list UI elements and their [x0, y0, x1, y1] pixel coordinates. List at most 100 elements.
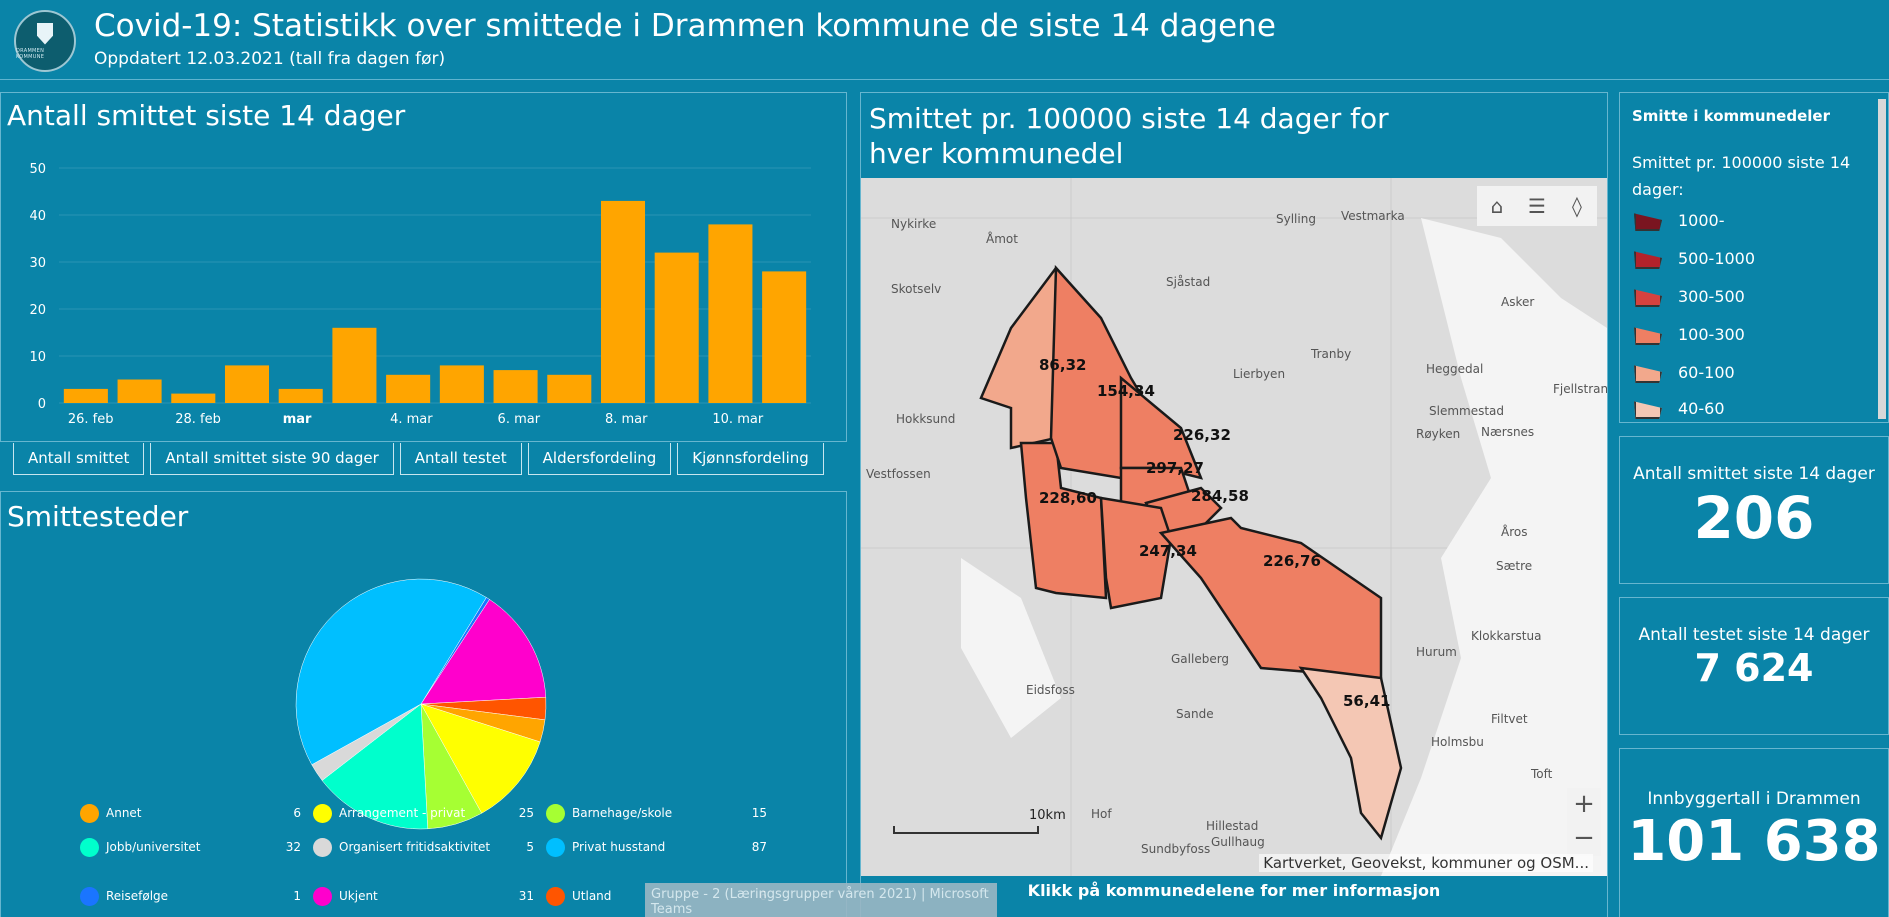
bar[interactable] — [224, 365, 270, 403]
x-tick-label: 10. mar — [712, 412, 763, 427]
dashboard-header: DRAMMEN KOMMUNE Covid-19: Statistikk ove… — [0, 0, 1889, 80]
place-label: Filtvet — [1491, 712, 1528, 726]
legend-item[interactable]: Ukjent 31 — [313, 887, 534, 906]
bar[interactable] — [171, 393, 216, 403]
place-label: Åmot — [986, 231, 1018, 246]
zoom-out-icon[interactable]: − — [1567, 822, 1601, 856]
logo-text: DRAMMEN KOMMUNE — [16, 47, 45, 60]
map-title: Smittet pr. 100000 siste 14 dager for hv… — [869, 102, 1389, 170]
bar[interactable] — [654, 252, 699, 403]
legend-swatch — [1634, 289, 1662, 307]
x-tick-label: 28. feb — [175, 412, 221, 427]
tab-antall-smittet-90[interactable]: Antall smittet siste 90 dager — [150, 443, 394, 475]
place-label: Hillestad — [1206, 819, 1258, 833]
zoom-in-icon[interactable]: + — [1567, 788, 1601, 822]
legend-swatch — [1634, 327, 1662, 345]
legend-item[interactable]: Privat husstand 87 — [546, 838, 767, 857]
place-label: Holmsbu — [1431, 735, 1484, 749]
stat-card-infected: Antall smittet siste 14 dager 206 — [1619, 436, 1889, 584]
place-label: Røyken — [1416, 427, 1460, 441]
tab-aldersfordeling[interactable]: Aldersfordeling — [527, 443, 672, 475]
legend-dot — [313, 887, 332, 906]
place-label: Sylling — [1276, 212, 1316, 226]
place-label: Hokksund — [896, 412, 955, 426]
teams-notification[interactable]: Gruppe - 2 (Læringsgrupper våren 2021) |… — [645, 883, 997, 917]
tab-antall-testet[interactable]: Antall testet — [399, 443, 522, 475]
y-tick-label: 40 — [29, 209, 46, 224]
legend-swatch — [1634, 365, 1662, 383]
legend-swatch — [1634, 401, 1662, 419]
bar-chart: 0 10 20 30 40 50 26. feb 28. feb mar 4. mar 6. mar… — [29, 162, 811, 427]
legend-dot — [546, 838, 565, 857]
place-label: Fjellstrand — [1553, 382, 1607, 396]
legend-item[interactable]: Organisert fritidsaktivitet 5 — [313, 838, 534, 857]
legend-item[interactable]: Barnehage/skole 15 — [546, 804, 767, 823]
place-label: Galleberg — [1171, 652, 1229, 666]
y-tick-label: 20 — [29, 303, 46, 318]
place-label: Sjåstad — [1166, 275, 1210, 289]
legend-item[interactable]: Jobb/universitet 32 — [80, 838, 301, 857]
map-label: 154,34 — [1097, 382, 1155, 400]
place-label: Asker — [1501, 295, 1534, 309]
map-svg: 86,32 154,34 226,32 297,27 284,58 228,60… — [861, 178, 1607, 876]
place-label: Åros — [1501, 524, 1527, 539]
place-label: Slemmestad — [1429, 404, 1504, 418]
legend-item[interactable]: Annet 6 — [80, 804, 301, 823]
legend-dot — [80, 838, 99, 857]
legend-subtitle: Smittet pr. 100000 siste 14 dager: — [1632, 153, 1851, 199]
drammen-logo: DRAMMEN KOMMUNE — [14, 10, 76, 72]
stat-value: 101 638 — [1627, 809, 1881, 874]
bar[interactable] — [600, 200, 646, 403]
bar[interactable] — [493, 370, 538, 403]
y-tick-label: 30 — [29, 256, 46, 271]
bar[interactable] — [63, 388, 108, 403]
x-tick-label: 4. mar — [390, 412, 433, 427]
place-label: Sætre — [1496, 559, 1532, 573]
x-tick-label: 8. mar — [605, 412, 648, 427]
scale-label: 10km — [1029, 808, 1066, 823]
home-icon[interactable]: ⌂ — [1477, 186, 1517, 226]
bar[interactable] — [439, 365, 484, 403]
legend-title: Smitte i kommunedeler — [1632, 107, 1830, 125]
place-label: Klokkarstua — [1471, 629, 1541, 643]
place-label: Hurum — [1416, 645, 1457, 659]
map-label: 228,60 — [1039, 489, 1097, 507]
bar[interactable] — [386, 374, 431, 403]
water-area — [1381, 218, 1607, 876]
bar[interactable] — [547, 374, 592, 403]
zoom-control: + − — [1567, 788, 1601, 856]
place-label: Nærsnes — [1481, 425, 1534, 439]
bar[interactable] — [762, 271, 807, 403]
stat-label: Antall testet siste 14 dager — [1638, 625, 1870, 645]
y-tick-label: 50 — [29, 162, 46, 177]
pie-chart-title: Smittesteder — [7, 500, 189, 533]
tab-kjonnsfordeling[interactable]: Kjønnsfordeling — [677, 443, 824, 475]
bar[interactable] — [117, 379, 162, 404]
map-label: 247,34 — [1139, 542, 1197, 560]
legend-list-icon[interactable]: ☰ — [1517, 186, 1557, 226]
coat-of-arms-icon — [37, 22, 53, 45]
legend-dot — [80, 804, 99, 823]
chart-tabs: Antall smittet Antall smittet siste 90 d… — [13, 443, 830, 475]
legend-item[interactable]: Reisefølge 1 — [80, 887, 301, 906]
legend-swatch — [1634, 251, 1662, 269]
map-label: 226,76 — [1263, 552, 1321, 570]
stat-value: 7 624 — [1694, 646, 1814, 690]
map-label: 297,27 — [1146, 459, 1204, 477]
map-attribution[interactable]: Kartverket, Geovekst, kommuner og OSM... — [1259, 854, 1593, 872]
bar[interactable] — [332, 327, 377, 403]
layers-icon[interactable]: ◊ — [1557, 186, 1597, 226]
tab-antall-smittet[interactable]: Antall smittet — [13, 443, 145, 475]
bar[interactable] — [708, 224, 753, 403]
map-canvas[interactable]: 86,32 154,34 226,32 297,27 284,58 228,60… — [861, 178, 1607, 876]
scale-bar — [893, 826, 1039, 834]
legend-item[interactable]: Arrangement - privat 25 — [313, 804, 534, 823]
map-panel: Smittet pr. 100000 siste 14 dager for hv… — [860, 92, 1608, 917]
bar[interactable] — [278, 388, 323, 403]
bar-chart-panel: Antall smittet siste 14 dager 0 10 20 30 40 5… — [0, 92, 847, 442]
legend-class: 500-1000 — [1634, 247, 1755, 269]
legend-class: 100-300 — [1634, 323, 1745, 345]
legend-swatch — [1634, 213, 1662, 231]
legend-scrollbar[interactable] — [1878, 99, 1886, 419]
stat-card-population: Innbyggertall i Drammen 101 638 — [1619, 748, 1889, 917]
